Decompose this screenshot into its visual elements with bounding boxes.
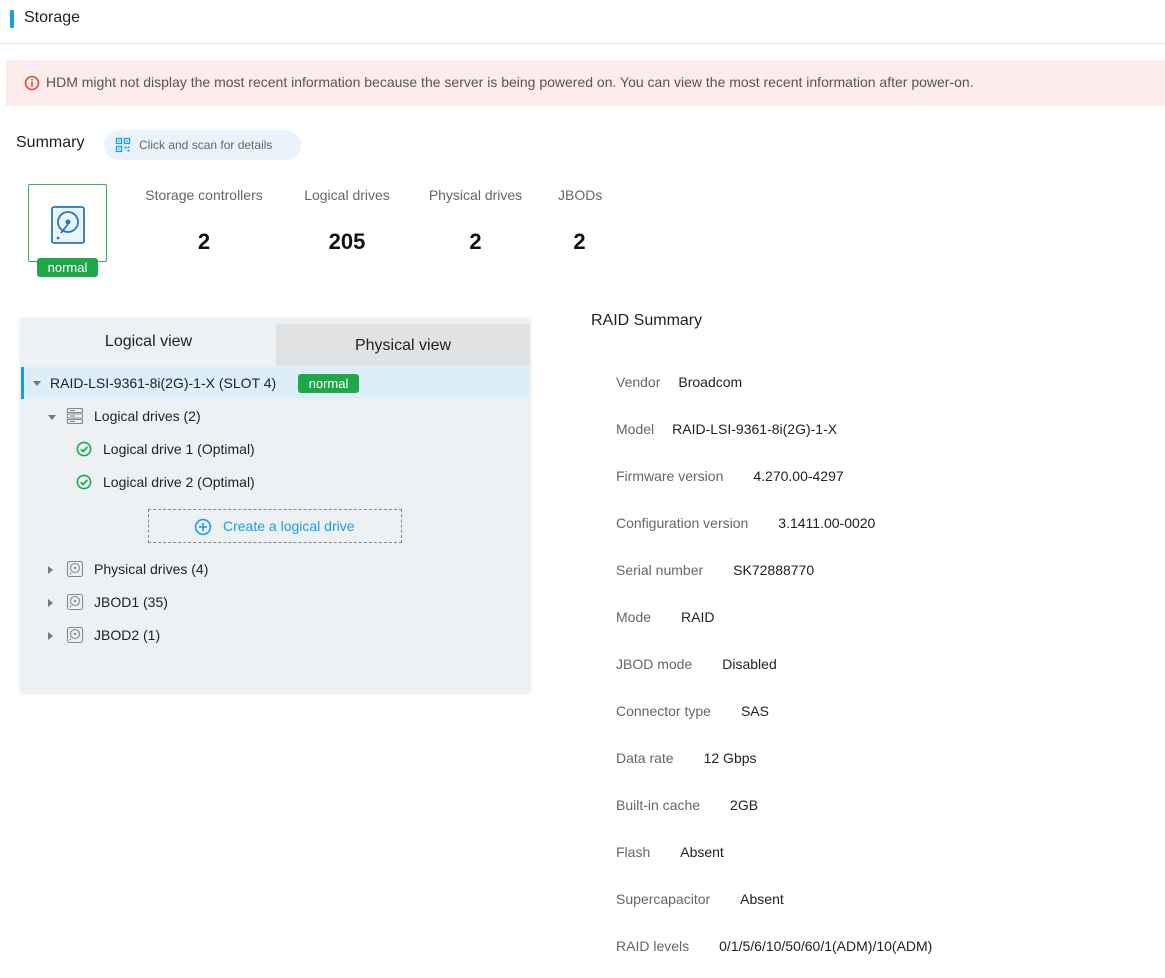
qr-code-icon [115, 137, 131, 153]
storage-tree-panel: Logical view Physical view RAID-LSI-9361… [21, 318, 530, 692]
stat-jbods: JBODs 2 [558, 187, 603, 255]
physical-drives-label: Physical drives (4) [94, 561, 209, 577]
raid-field-jbod-mode: JBOD mode Disabled [616, 656, 777, 672]
disk-icon [66, 560, 84, 578]
controller-status-badge: normal [298, 374, 359, 393]
raid-field-serial-number: Serial number SK72888770 [616, 562, 814, 578]
disk-icon [66, 626, 84, 644]
chevron-down-icon[interactable] [48, 415, 56, 420]
field-value: SAS [740, 703, 769, 719]
disk-icon [66, 593, 84, 611]
raid-field-firmware-version: Firmware version 4.270.00-4297 [616, 468, 844, 484]
info-circle-icon [24, 75, 40, 91]
alert-text: HDM might not display the most recent in… [46, 74, 974, 90]
stat-logical-drives: Logical drives 205 [302, 187, 392, 255]
controller-label: RAID-LSI-9361-8i(2G)-1-X (SLOT 4) [50, 375, 277, 391]
field-value: 2GB [730, 797, 759, 813]
field-value: 12 Gbps [703, 750, 757, 766]
check-circle-icon [76, 441, 92, 457]
chevron-right-icon[interactable] [48, 632, 53, 640]
scan-details-button[interactable]: Click and scan for details [104, 130, 301, 160]
field-key: Connector type [616, 703, 711, 719]
raid-field-model: Model RAID-LSI-9361-8i(2G)-1-X [616, 421, 837, 437]
field-value: RAID [681, 609, 715, 625]
tab-logical-view[interactable]: Logical view [21, 318, 276, 366]
field-value: SK72888770 [733, 562, 815, 578]
server-stack-icon [66, 407, 84, 425]
tree-row-jbod2[interactable]: JBOD2 (1) [21, 619, 530, 651]
field-value: Broadcom [678, 374, 743, 390]
stat-label: Logical drives [304, 187, 390, 203]
field-key: RAID levels [616, 938, 690, 954]
jbod2-label: JBOD2 (1) [94, 627, 161, 643]
raid-field-supercapacitor: Supercapacitor Absent [616, 891, 784, 907]
stat-value: 2 [573, 229, 586, 254]
field-value: Absent [740, 891, 784, 907]
tree-row-controller[interactable]: RAID-LSI-9361-8i(2G)-1-X (SLOT 4) normal [21, 367, 530, 399]
storage-status-badge: normal [37, 258, 98, 277]
stat-label: JBODs [558, 187, 603, 203]
field-value: 0/1/5/6/10/50/60/1(ADM)/10(ADM) [719, 938, 933, 954]
page-header: Storage [0, 0, 1165, 44]
scan-details-label: Click and scan for details [139, 138, 273, 152]
field-key: JBOD mode [616, 656, 693, 672]
field-value: 4.270.00-4297 [753, 468, 844, 484]
stat-physical-drives: Physical drives 2 [427, 187, 524, 255]
raid-field-raid-levels: RAID levels 0/1/5/6/10/50/60/1(ADM)/10(AD… [616, 938, 932, 954]
logical-drives-label: Logical drives (2) [94, 408, 201, 424]
header-accent-bar [10, 10, 14, 28]
storage-status-tile [28, 184, 107, 262]
stat-value: 2 [197, 229, 211, 254]
raid-field-connector-type: Connector type SAS [616, 703, 769, 719]
logical-drive-label: Logical drive 1 (Optimal) [103, 441, 255, 457]
page-title: Storage [24, 9, 81, 26]
stat-storage-controllers: Storage controllers 2 [141, 187, 267, 255]
field-key: Vendor [616, 374, 661, 390]
create-logical-drive-label: Create a logical drive [223, 518, 355, 534]
chevron-right-icon[interactable] [48, 599, 53, 607]
chevron-down-icon[interactable] [33, 381, 41, 386]
tree-row-jbod1[interactable]: JBOD1 (35) [21, 586, 530, 618]
tree-row-logical-drives[interactable]: Logical drives (2) [21, 400, 530, 432]
field-value: Absent [680, 844, 724, 860]
stat-label: Physical drives [428, 187, 523, 203]
field-key: Serial number [616, 562, 704, 578]
hard-disk-icon [51, 206, 85, 244]
raid-summary-title: RAID Summary [591, 312, 703, 329]
field-key: Model [616, 421, 655, 437]
field-key: Configuration version [616, 515, 749, 531]
raid-field-built-in-cache: Built-in cache 2GB [616, 797, 758, 813]
field-key: Flash [616, 844, 651, 860]
field-key: Built-in cache [616, 797, 701, 813]
tab-physical-view[interactable]: Physical view [276, 324, 530, 366]
raid-field-mode: Mode RAID [616, 609, 714, 625]
tree-row-physical-drives[interactable]: Physical drives (4) [21, 553, 530, 585]
chevron-right-icon[interactable] [48, 566, 53, 574]
create-logical-drive-button[interactable]: Create a logical drive [148, 509, 402, 543]
raid-field-vendor: Vendor Broadcom [616, 374, 742, 390]
field-key: Supercapacitor [616, 891, 711, 907]
power-on-alert: HDM might not display the most recent in… [6, 60, 1165, 106]
field-key: Data rate [616, 750, 674, 766]
field-key: Mode [616, 609, 652, 625]
plus-circle-icon [194, 518, 212, 536]
field-value: Disabled [722, 656, 777, 672]
field-value: RAID-LSI-9361-8i(2G)-1-X [672, 421, 838, 437]
raid-field-flash: Flash Absent [616, 844, 724, 860]
stat-value: 205 [328, 229, 366, 254]
raid-field-configuration-version: Configuration version 3.1411.00-0020 [616, 515, 875, 531]
field-key: Firmware version [616, 468, 724, 484]
logical-drive-label: Logical drive 2 (Optimal) [103, 474, 255, 490]
jbod1-label: JBOD1 (35) [94, 594, 168, 610]
tree-row-logical-drive-1[interactable]: Logical drive 1 (Optimal) [21, 433, 530, 465]
stat-value: 2 [469, 229, 482, 254]
raid-field-data-rate: Data rate 12 Gbps [616, 750, 757, 766]
summary-title: Summary [16, 134, 85, 151]
field-value: 3.1411.00-0020 [778, 515, 876, 531]
check-circle-icon [76, 474, 92, 490]
tree-row-logical-drive-2[interactable]: Logical drive 2 (Optimal) [21, 466, 530, 498]
stat-label: Storage controllers [145, 187, 263, 203]
